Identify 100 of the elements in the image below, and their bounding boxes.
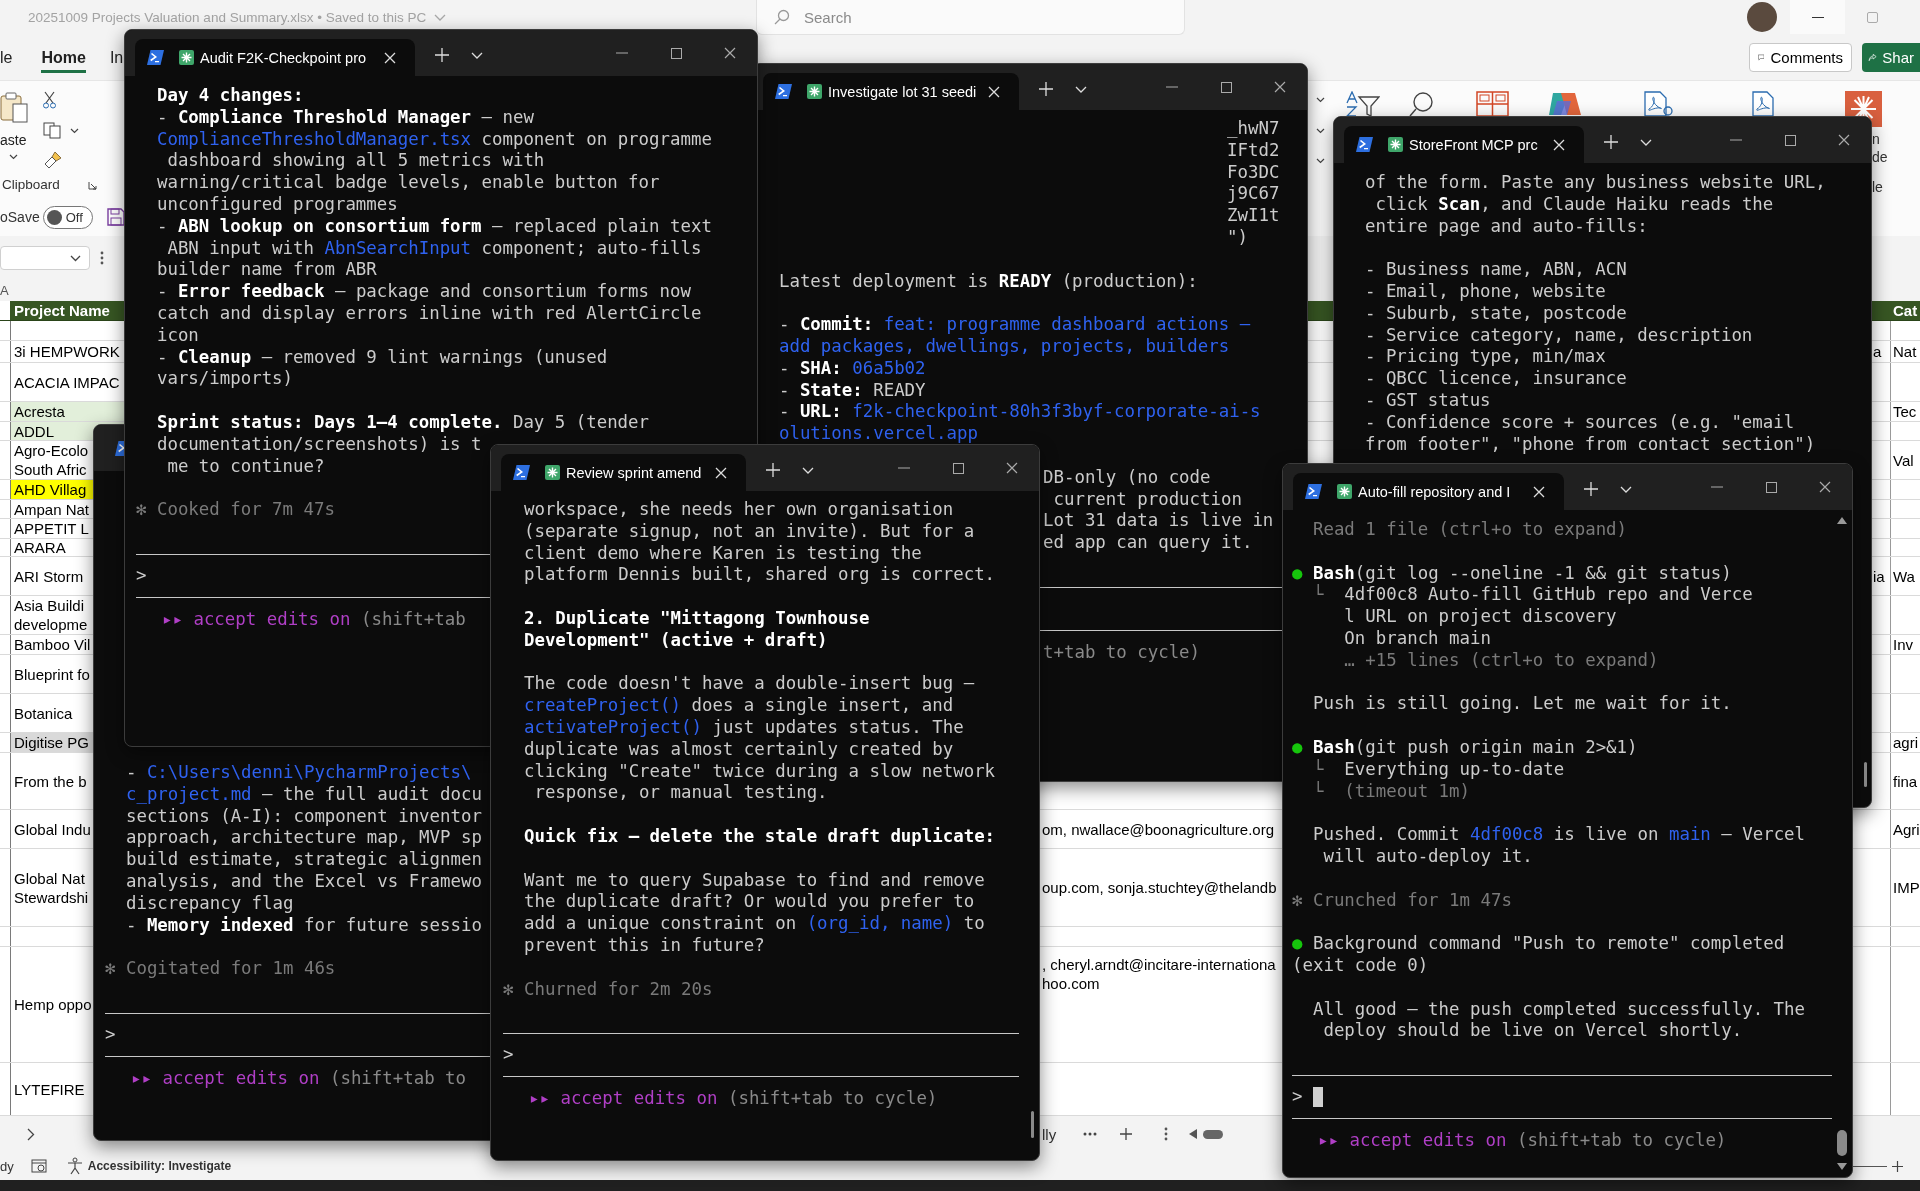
zoom-in-icon[interactable]	[1892, 1160, 1903, 1172]
copilot-icon[interactable]	[1547, 91, 1582, 117]
terminal-line: add a unique constraint on (org_id, name) to	[523, 913, 985, 935]
status-text[interactable]: Accessibility: Investigate	[87, 1159, 232, 1173]
ribbon-tab[interactable]: In	[109, 41, 124, 73]
chevron-down-icon[interactable]	[1316, 158, 1325, 164]
terminal-tab[interactable]: StoreFront MCP prc	[1344, 126, 1584, 163]
terminal-line: deploy should be live on Vercel shortly.	[1322, 1020, 1743, 1043]
terminal-line: prevent this in future?	[523, 934, 765, 957]
close-tab-icon[interactable]	[988, 85, 1000, 98]
ribbon-label[interactable]: n	[1872, 131, 1880, 147]
sort-filter-icon[interactable]	[1345, 91, 1380, 117]
terminal-line: Pushed. Commit 4df00c8 is live on main — Vercel	[1312, 824, 1806, 846]
add-sheet-icon[interactable]	[1120, 1128, 1133, 1140]
terminal-line: ComplianceThresholdManager.tsx component on programme	[156, 128, 712, 151]
scroll-thumb[interactable]	[1864, 762, 1867, 787]
column-header[interactable]: A	[0, 283, 9, 298]
chevron-down-icon[interactable]	[70, 254, 81, 262]
terminal-tab[interactable]: Investigate lot 31 seedi	[763, 73, 1019, 110]
accessibility-icon[interactable]	[65, 1157, 84, 1175]
grid-icon[interactable]	[1476, 91, 1509, 117]
sheet-tab[interactable]: lly	[1042, 1125, 1057, 1143]
ribbon-label[interactable]: le	[1872, 179, 1883, 195]
terminal-icon	[775, 84, 792, 99]
terminal-line: - Service category, name, description	[1364, 324, 1753, 347]
scroll-up-icon[interactable]	[1837, 517, 1847, 524]
terminal-line: analysis, and the Excel vs Framewo	[125, 871, 482, 893]
terminal-line: - Commit: feat: programme dashboard actions —	[778, 314, 1251, 336]
maximize-icon[interactable]	[1784, 134, 1796, 146]
maximize-icon[interactable]	[1765, 481, 1777, 493]
terminal-tab[interactable]: Review sprint amend	[501, 454, 746, 491]
macro-icon[interactable]	[30, 1158, 47, 1174]
terminal-line: platform Dennis built, shared org is correct.	[523, 564, 996, 587]
paste-label[interactable]: aste	[0, 132, 27, 148]
chevron-down-icon[interactable]	[1316, 97, 1325, 103]
prompt-symbol: >	[1292, 1086, 1303, 1108]
more-icon[interactable]	[1083, 1132, 1098, 1136]
new-tab-icon[interactable]	[435, 48, 449, 62]
close-icon[interactable]	[1838, 134, 1850, 146]
ribbon-tab[interactable]: Home	[41, 41, 86, 73]
search-field[interactable]: Search	[756, 0, 1185, 35]
asterisk-icon	[807, 84, 822, 99]
new-tab-icon[interactable]	[1604, 135, 1618, 149]
maximize-icon[interactable]	[1220, 81, 1232, 93]
comments-button[interactable]: Comments	[1749, 42, 1852, 72]
close-icon[interactable]	[1819, 481, 1831, 493]
asterisk-icon	[179, 50, 194, 65]
terminal-line: ● Background command "Push to remote" completed	[1292, 933, 1785, 955]
close-tab-icon[interactable]	[384, 51, 396, 64]
brush-icon[interactable]	[43, 151, 62, 169]
chevron-down-icon[interactable]	[9, 154, 18, 160]
terminal-tab[interactable]: Audit F2K-Checkpoint pro	[135, 39, 415, 76]
more-icon[interactable]	[1164, 1127, 1169, 1141]
terminal-line: dashboard showing all 5 metrics with	[166, 150, 545, 173]
ribbon-tab[interactable]: le	[0, 41, 13, 73]
table-cell-text: agri	[1892, 733, 1919, 752]
avatar[interactable]	[1747, 2, 1777, 32]
chevron-right-icon[interactable]	[27, 1127, 35, 1141]
terminal-line: click Scan, and Claude Haiku reads the	[1374, 193, 1774, 216]
scissors-icon[interactable]	[43, 91, 56, 109]
terminal-line: ZwI1t	[1227, 205, 1280, 227]
pdf-icon[interactable]	[1643, 91, 1674, 117]
chevron-down-icon[interactable]	[70, 127, 79, 134]
close-icon[interactable]	[724, 47, 736, 59]
close-icon[interactable]	[1006, 462, 1018, 474]
terminal-line: Want me to query Supabase to find and remove	[523, 869, 985, 892]
terminal-line: builder name from ABR	[156, 259, 377, 282]
new-tab-icon[interactable]	[1584, 482, 1598, 496]
share-button[interactable]: Shar	[1862, 42, 1920, 72]
close-tab-icon[interactable]	[1533, 485, 1545, 498]
search-icon[interactable]	[1409, 91, 1435, 117]
more-icon[interactable]	[100, 251, 104, 265]
paste-icon[interactable]	[0, 91, 29, 123]
terminal-line: - Email, phone, website	[1364, 281, 1606, 303]
toggle-switch[interactable]: Off	[42, 205, 93, 229]
scroll-left-icon[interactable]	[1189, 1129, 1198, 1139]
scroll-thumb[interactable]	[1203, 1129, 1224, 1139]
copy-icon[interactable]	[43, 122, 62, 139]
maximize-icon[interactable]	[952, 462, 964, 474]
new-tab-icon[interactable]	[766, 463, 780, 477]
close-icon[interactable]	[1274, 81, 1286, 93]
scroll-thumb[interactable]	[1031, 1111, 1034, 1138]
close-tab-icon[interactable]	[715, 466, 727, 479]
close-tab-icon[interactable]	[1553, 138, 1565, 151]
pdf-icon[interactable]	[1751, 91, 1776, 117]
new-tab-icon[interactable]	[1039, 82, 1053, 96]
chevron-down-icon[interactable]	[1316, 128, 1325, 134]
status-text: dy	[0, 1158, 14, 1174]
maximize-icon[interactable]	[670, 47, 682, 59]
save-icon[interactable]	[106, 208, 125, 226]
mode-hint: ▸▸ accept edits on (shift+tab to cycle)	[1318, 1130, 1727, 1151]
terminal-line: Day 4 changes:	[156, 85, 304, 107]
ribbon-label[interactable]: de	[1872, 149, 1888, 165]
table-cell-text: Inv	[1892, 635, 1914, 654]
scroll-thumb[interactable]	[1837, 1130, 1847, 1156]
terminal-line: - QBCC licence, insurance	[1364, 368, 1627, 390]
terminal-tab[interactable]: Auto-fill repository and I	[1293, 473, 1564, 510]
table-header-cell-text: Project Name	[13, 301, 111, 320]
dialog-launcher-icon[interactable]	[88, 180, 97, 190]
scroll-down-icon[interactable]	[1837, 1163, 1847, 1170]
